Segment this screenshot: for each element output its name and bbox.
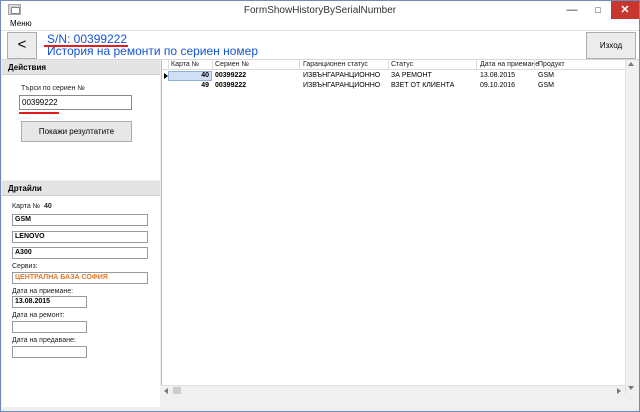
column-header-product[interactable]: Продукт (538, 61, 565, 68)
service-label: Сервиз: (12, 263, 38, 270)
search-label: Търси по сериен № (21, 85, 85, 92)
cell-serial: 00399222 (215, 72, 247, 79)
scroll-up-icon[interactable] (628, 62, 634, 66)
table-row[interactable]: 40 00399222 ИЗВЪНГАРАНЦИОННО ЗА РЕМОНТ 1… (162, 71, 635, 81)
menu-bar: Меню (1, 19, 639, 30)
show-results-button[interactable]: Покажи резултатите (21, 121, 132, 142)
column-header-serial[interactable]: Сериен № (215, 61, 249, 68)
cell-date: 13.08.2015 (480, 72, 516, 79)
cell-product: GSM (538, 82, 554, 89)
window-title: FormShowHistoryBySerialNumber (243, 5, 397, 16)
column-separator (168, 60, 169, 70)
cell-product: GSM (538, 72, 554, 79)
details-panel: Дртайли Карта № 40 GSM LENOVO A300 Серви… (2, 181, 160, 407)
cell-warranty: ИЗВЪНГАРАНЦИОННО (303, 82, 381, 89)
menu-item-main[interactable]: Меню (10, 19, 32, 28)
details-panel-header: Дртайли (2, 181, 160, 196)
service-field[interactable]: ЦЕНТРАЛНА БАЗА СОФИЯ (12, 272, 148, 284)
scroll-down-icon[interactable] (628, 386, 634, 390)
cell-status: ЗА РЕМОНТ (391, 72, 432, 79)
brand-field[interactable]: LENOVO (12, 231, 148, 243)
column-header-warranty[interactable]: Гаранционен статус (303, 61, 368, 68)
column-header-date[interactable]: Дата на приемане (480, 61, 539, 68)
details-panel-title: Дртайли (8, 184, 42, 193)
maximize-icon[interactable]: □ (585, 1, 611, 19)
cell-serial: 00399222 (215, 82, 247, 89)
date-repair-label: Дата на ремонт: (12, 312, 65, 319)
title-bar: FormShowHistoryBySerialNumber — □ ✕ (1, 1, 639, 19)
cell-card: 49 (201, 82, 209, 89)
minimize-icon[interactable]: — (559, 1, 585, 19)
actions-panel: Действия Търси по сериен № 00399222 Пока… (2, 60, 160, 180)
actions-panel-header: Действия (2, 60, 160, 75)
vertical-scrollbar[interactable] (625, 60, 635, 394)
card-number-value: 40 (44, 203, 52, 210)
back-button[interactable]: < (7, 32, 37, 59)
scroll-thumb[interactable] (173, 387, 181, 394)
cell-warranty: ИЗВЪНГАРАНЦИОННО (303, 72, 381, 79)
scroll-right-icon[interactable] (617, 388, 621, 394)
card-number-label: Карта № (12, 203, 41, 210)
annotation-underline (19, 112, 59, 114)
cell-card: 40 (201, 72, 209, 79)
cell-date: 09.10.2016 (480, 82, 516, 89)
model-field[interactable]: A300 (12, 247, 148, 259)
grid-header: Карта № Сериен № Гаранционен статус Стат… (162, 60, 635, 70)
close-icon[interactable]: ✕ (611, 1, 639, 19)
date-received-label: Дата на приемане: (12, 288, 74, 295)
scroll-left-icon[interactable] (164, 388, 168, 394)
date-received-field[interactable]: 13.08.2015 (12, 296, 87, 308)
actions-panel-title: Действия (8, 63, 47, 72)
horizontal-scrollbar[interactable] (161, 385, 625, 395)
application-window: FormShowHistoryBySerialNumber — □ ✕ Меню… (0, 0, 640, 412)
history-grid: Карта № Сериен № Гаранционен статус Стат… (161, 60, 635, 394)
column-separator (212, 60, 213, 70)
column-separator (476, 60, 477, 70)
date-delivery-field[interactable] (12, 346, 87, 358)
column-separator (534, 60, 535, 70)
table-row[interactable]: 49 00399222 ИЗВЪНГАРАНЦИОННО ВЗЕТ ОТ КЛИ… (162, 81, 635, 91)
exit-button[interactable]: Изход (586, 32, 636, 59)
cell-status: ВЗЕТ ОТ КЛИЕНТА (391, 82, 455, 89)
annotation-underline (44, 45, 128, 47)
date-repair-field[interactable] (12, 321, 87, 333)
date-delivery-label: Дата на предаване: (12, 337, 76, 344)
column-header-card[interactable]: Карта № (171, 61, 199, 68)
column-separator (388, 60, 389, 70)
header-strip: < S/N: 00399222 История на ремонти по се… (1, 30, 639, 60)
column-header-status[interactable]: Статус (391, 61, 413, 68)
search-input[interactable]: 00399222 (19, 95, 132, 110)
column-separator (299, 60, 300, 70)
product-type-field[interactable]: GSM (12, 214, 148, 226)
